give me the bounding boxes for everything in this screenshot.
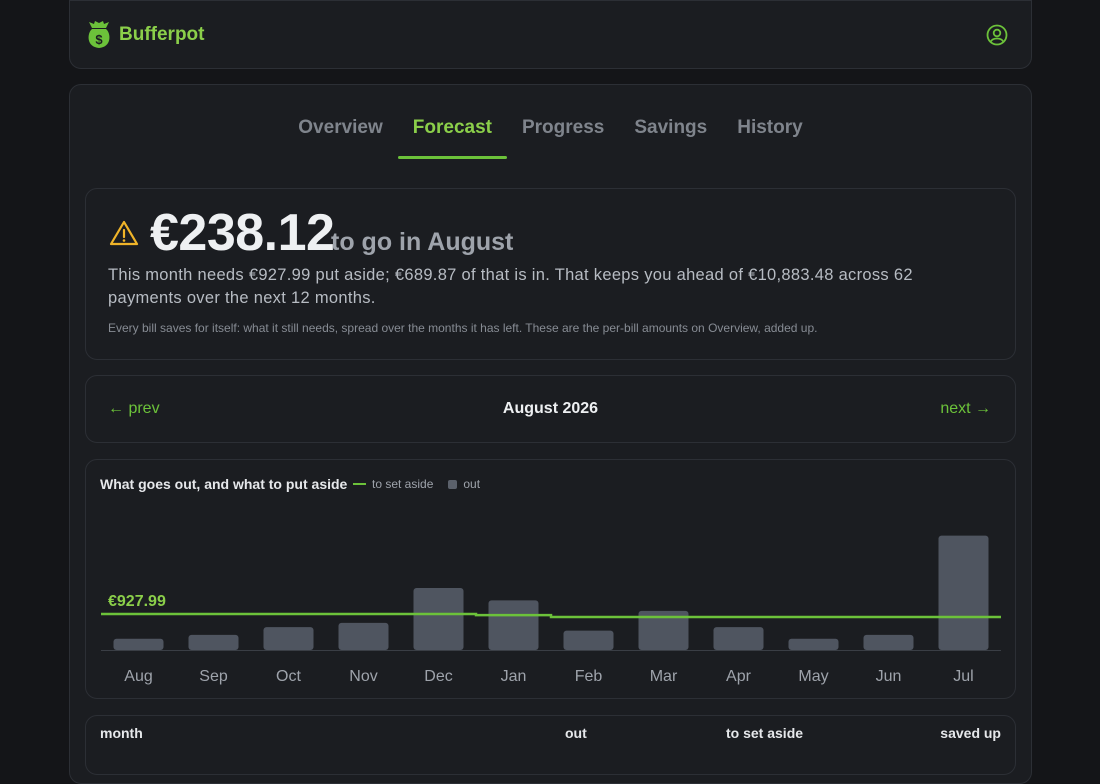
money-bag-icon: $ <box>88 21 110 48</box>
bar-jan <box>488 600 539 650</box>
month-navigator: ← prev August 2026 next → <box>85 375 1016 443</box>
summary-text: This month needs €927.99 put aside; €689… <box>108 266 913 307</box>
summary-note: Every bill saves for itself: what it sti… <box>108 321 818 335</box>
x-tick-label: Nov <box>349 668 377 685</box>
svg-text:$: $ <box>95 32 103 47</box>
tab-bar: Overview Forecast Progress Savings Histo… <box>70 85 1031 159</box>
current-month-label: August 2026 <box>502 400 599 417</box>
legend-bar-label: out <box>463 477 481 491</box>
bar-jul <box>938 535 989 650</box>
user-circle-icon[interactable] <box>985 23 1009 47</box>
x-tick-label: Apr <box>726 668 752 685</box>
warning-icon <box>109 220 139 246</box>
bar-dec <box>413 587 464 650</box>
next-month-button[interactable]: next → <box>940 400 991 418</box>
tab-forecast[interactable]: Forecast <box>397 85 508 159</box>
column-header-month: month <box>100 725 143 741</box>
x-tick-label: Jan <box>501 668 527 685</box>
bar-apr <box>713 627 764 650</box>
legend-line-swatch <box>353 483 366 485</box>
chart-canvas: Aug Sep Oct Nov Dec Jan Feb Mar Apr May Jun Jul €927… <box>101 535 1001 685</box>
column-header-saved-up: saved up <box>940 725 1001 741</box>
x-tick-label: May <box>798 668 828 685</box>
legend-bar-swatch <box>448 479 458 489</box>
chart-legend: to set aside out <box>353 477 480 491</box>
bar-nov <box>338 622 389 650</box>
summary-card: €238.12 to go in August This month needs… <box>85 188 1016 360</box>
bar-oct <box>263 627 314 650</box>
set-aside-line <box>101 612 1001 619</box>
bar-may <box>788 638 839 650</box>
bar-aug <box>113 638 164 650</box>
chart-title: What goes out, and what to put aside <box>100 476 348 492</box>
brand[interactable]: $ Bufferpot <box>86 21 204 49</box>
x-tick-label: Mar <box>650 668 678 685</box>
x-tick-label: Oct <box>276 668 301 685</box>
tab-overview[interactable]: Overview <box>283 85 398 159</box>
app-header: $ Bufferpot <box>69 0 1032 69</box>
x-tick-label: Jul <box>953 668 973 685</box>
x-tick-label: Sep <box>199 668 228 685</box>
set-aside-value-label: €927.99 <box>108 593 166 610</box>
bar-jun <box>863 634 914 650</box>
legend-line-label: to set aside <box>372 477 434 491</box>
forecast-chart: Aug Sep Oct Nov Dec Jan Feb Mar Apr May Jun Jul €927… <box>85 459 1016 699</box>
x-tick-label: Jun <box>876 668 902 685</box>
tab-history[interactable]: History <box>722 85 817 159</box>
tab-savings[interactable]: Savings <box>619 85 722 159</box>
x-tick-label: Dec <box>424 668 452 685</box>
column-header-to-set-aside: to set aside <box>726 725 804 741</box>
column-header-out: out <box>565 725 587 741</box>
x-tick-label: Feb <box>575 668 603 685</box>
bar-feb <box>563 630 614 650</box>
app-name: Bufferpot <box>119 24 205 45</box>
tab-progress[interactable]: Progress <box>507 85 619 159</box>
amount-to-go: €238.12 <box>150 204 335 262</box>
bar-sep <box>188 634 239 650</box>
x-tick-label: Aug <box>124 668 152 685</box>
forecast-table: month out to set aside saved up <box>85 715 1016 775</box>
amount-suffix: to go in August <box>331 228 514 256</box>
